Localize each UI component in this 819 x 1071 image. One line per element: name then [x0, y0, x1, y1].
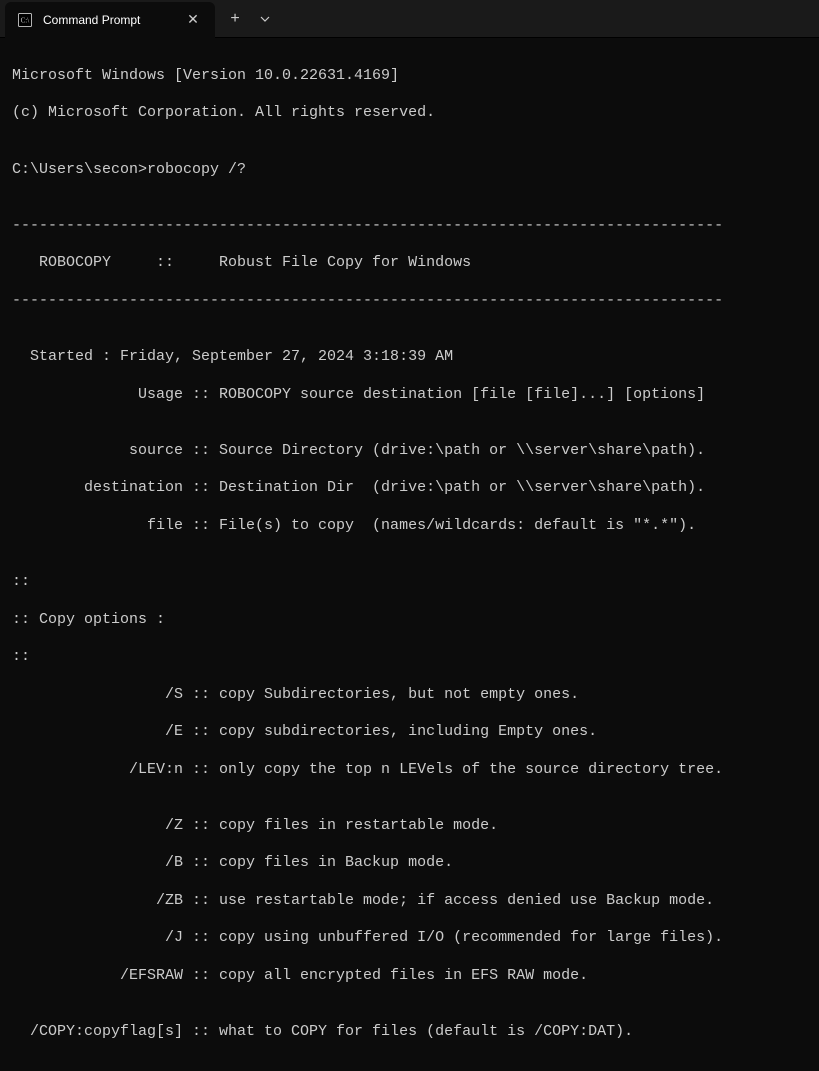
output-line: Usage :: ROBOCOPY source destination [fi… [12, 386, 807, 405]
output-line: /E :: copy subdirectories, including Emp… [12, 723, 807, 742]
output-line: ROBOCOPY :: Robust File Copy for Windows [12, 254, 807, 273]
output-line: (c) Microsoft Corporation. All rights re… [12, 104, 807, 123]
output-line: ----------------------------------------… [12, 292, 807, 311]
dropdown-icon[interactable] [251, 3, 279, 35]
output-line: :: Copy options : [12, 611, 807, 630]
output-line: file :: File(s) to copy (names/wildcards… [12, 517, 807, 536]
terminal-output[interactable]: Microsoft Windows [Version 10.0.22631.41… [0, 38, 819, 1071]
output-line: destination :: Destination Dir (drive:\p… [12, 479, 807, 498]
title-bar: C:\ Command Prompt ✕ + [0, 0, 819, 38]
output-line: Started : Friday, September 27, 2024 3:1… [12, 348, 807, 367]
output-line: source :: Source Directory (drive:\path … [12, 442, 807, 461]
close-icon[interactable]: ✕ [183, 10, 203, 30]
output-line: /LEV:n :: only copy the top n LEVels of … [12, 761, 807, 780]
tab-active[interactable]: C:\ Command Prompt ✕ [5, 2, 215, 38]
output-line: :: [12, 573, 807, 592]
output-line: /B :: copy files in Backup mode. [12, 854, 807, 873]
output-line: /EFSRAW :: copy all encrypted files in E… [12, 967, 807, 986]
cmd-icon: C:\ [17, 12, 33, 28]
output-line: :: [12, 648, 807, 667]
output-line: Microsoft Windows [Version 10.0.22631.41… [12, 67, 807, 86]
output-line: ----------------------------------------… [12, 217, 807, 236]
output-line: /J :: copy using unbuffered I/O (recomme… [12, 929, 807, 948]
output-line: /ZB :: use restartable mode; if access d… [12, 892, 807, 911]
output-line: /Z :: copy files in restartable mode. [12, 817, 807, 836]
output-line: /S :: copy Subdirectories, but not empty… [12, 686, 807, 705]
prompt-line: C:\Users\secon>robocopy /? [12, 161, 807, 180]
tab-title: Command Prompt [43, 13, 173, 27]
svg-text:C:\: C:\ [21, 16, 30, 24]
new-tab-button[interactable]: + [219, 3, 251, 35]
output-line: /COPY:copyflag[s] :: what to COPY for fi… [12, 1023, 807, 1042]
